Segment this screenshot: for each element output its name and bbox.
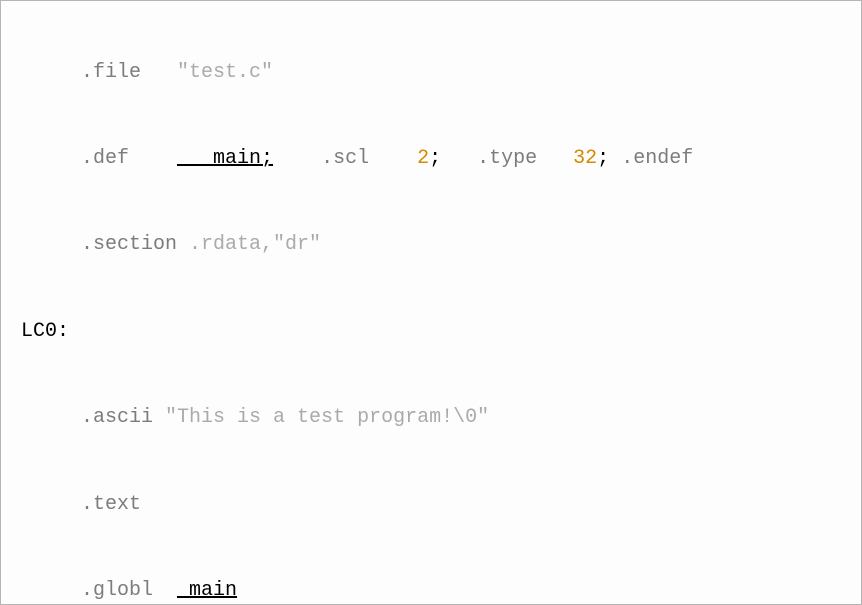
directive: .def: [81, 147, 129, 170]
code-line: .def ___main; .scl 2; .type 32; .endef: [21, 145, 861, 174]
number: 32: [573, 147, 597, 170]
symbol: ___main;: [177, 147, 273, 170]
string: .rdata,"dr": [189, 233, 321, 256]
label: LC0:: [21, 320, 69, 343]
directive: .ascii: [81, 406, 153, 429]
code-line: .section .rdata,"dr": [21, 231, 861, 260]
code-line: .text: [21, 491, 861, 520]
directive: .text: [81, 493, 141, 516]
number: 2: [417, 147, 429, 170]
code-line: LC0:: [21, 318, 861, 347]
directive: .section: [81, 233, 177, 256]
code-editor[interactable]: .file "test.c" .def ___main; .scl 2; .ty…: [1, 1, 861, 605]
string: "This is a test program!\0": [165, 406, 489, 429]
symbol: _main: [177, 579, 237, 602]
string: "test.c": [177, 61, 273, 84]
directive: .file: [81, 61, 141, 84]
code-line: .file "test.c": [21, 59, 861, 88]
directive: .type: [477, 147, 537, 170]
code-line: .ascii "This is a test program!\0": [21, 404, 861, 433]
code-line: .globl _main: [21, 577, 861, 605]
directive: .globl: [81, 579, 153, 602]
directive: .endef: [621, 147, 693, 170]
directive: .scl: [321, 147, 369, 170]
